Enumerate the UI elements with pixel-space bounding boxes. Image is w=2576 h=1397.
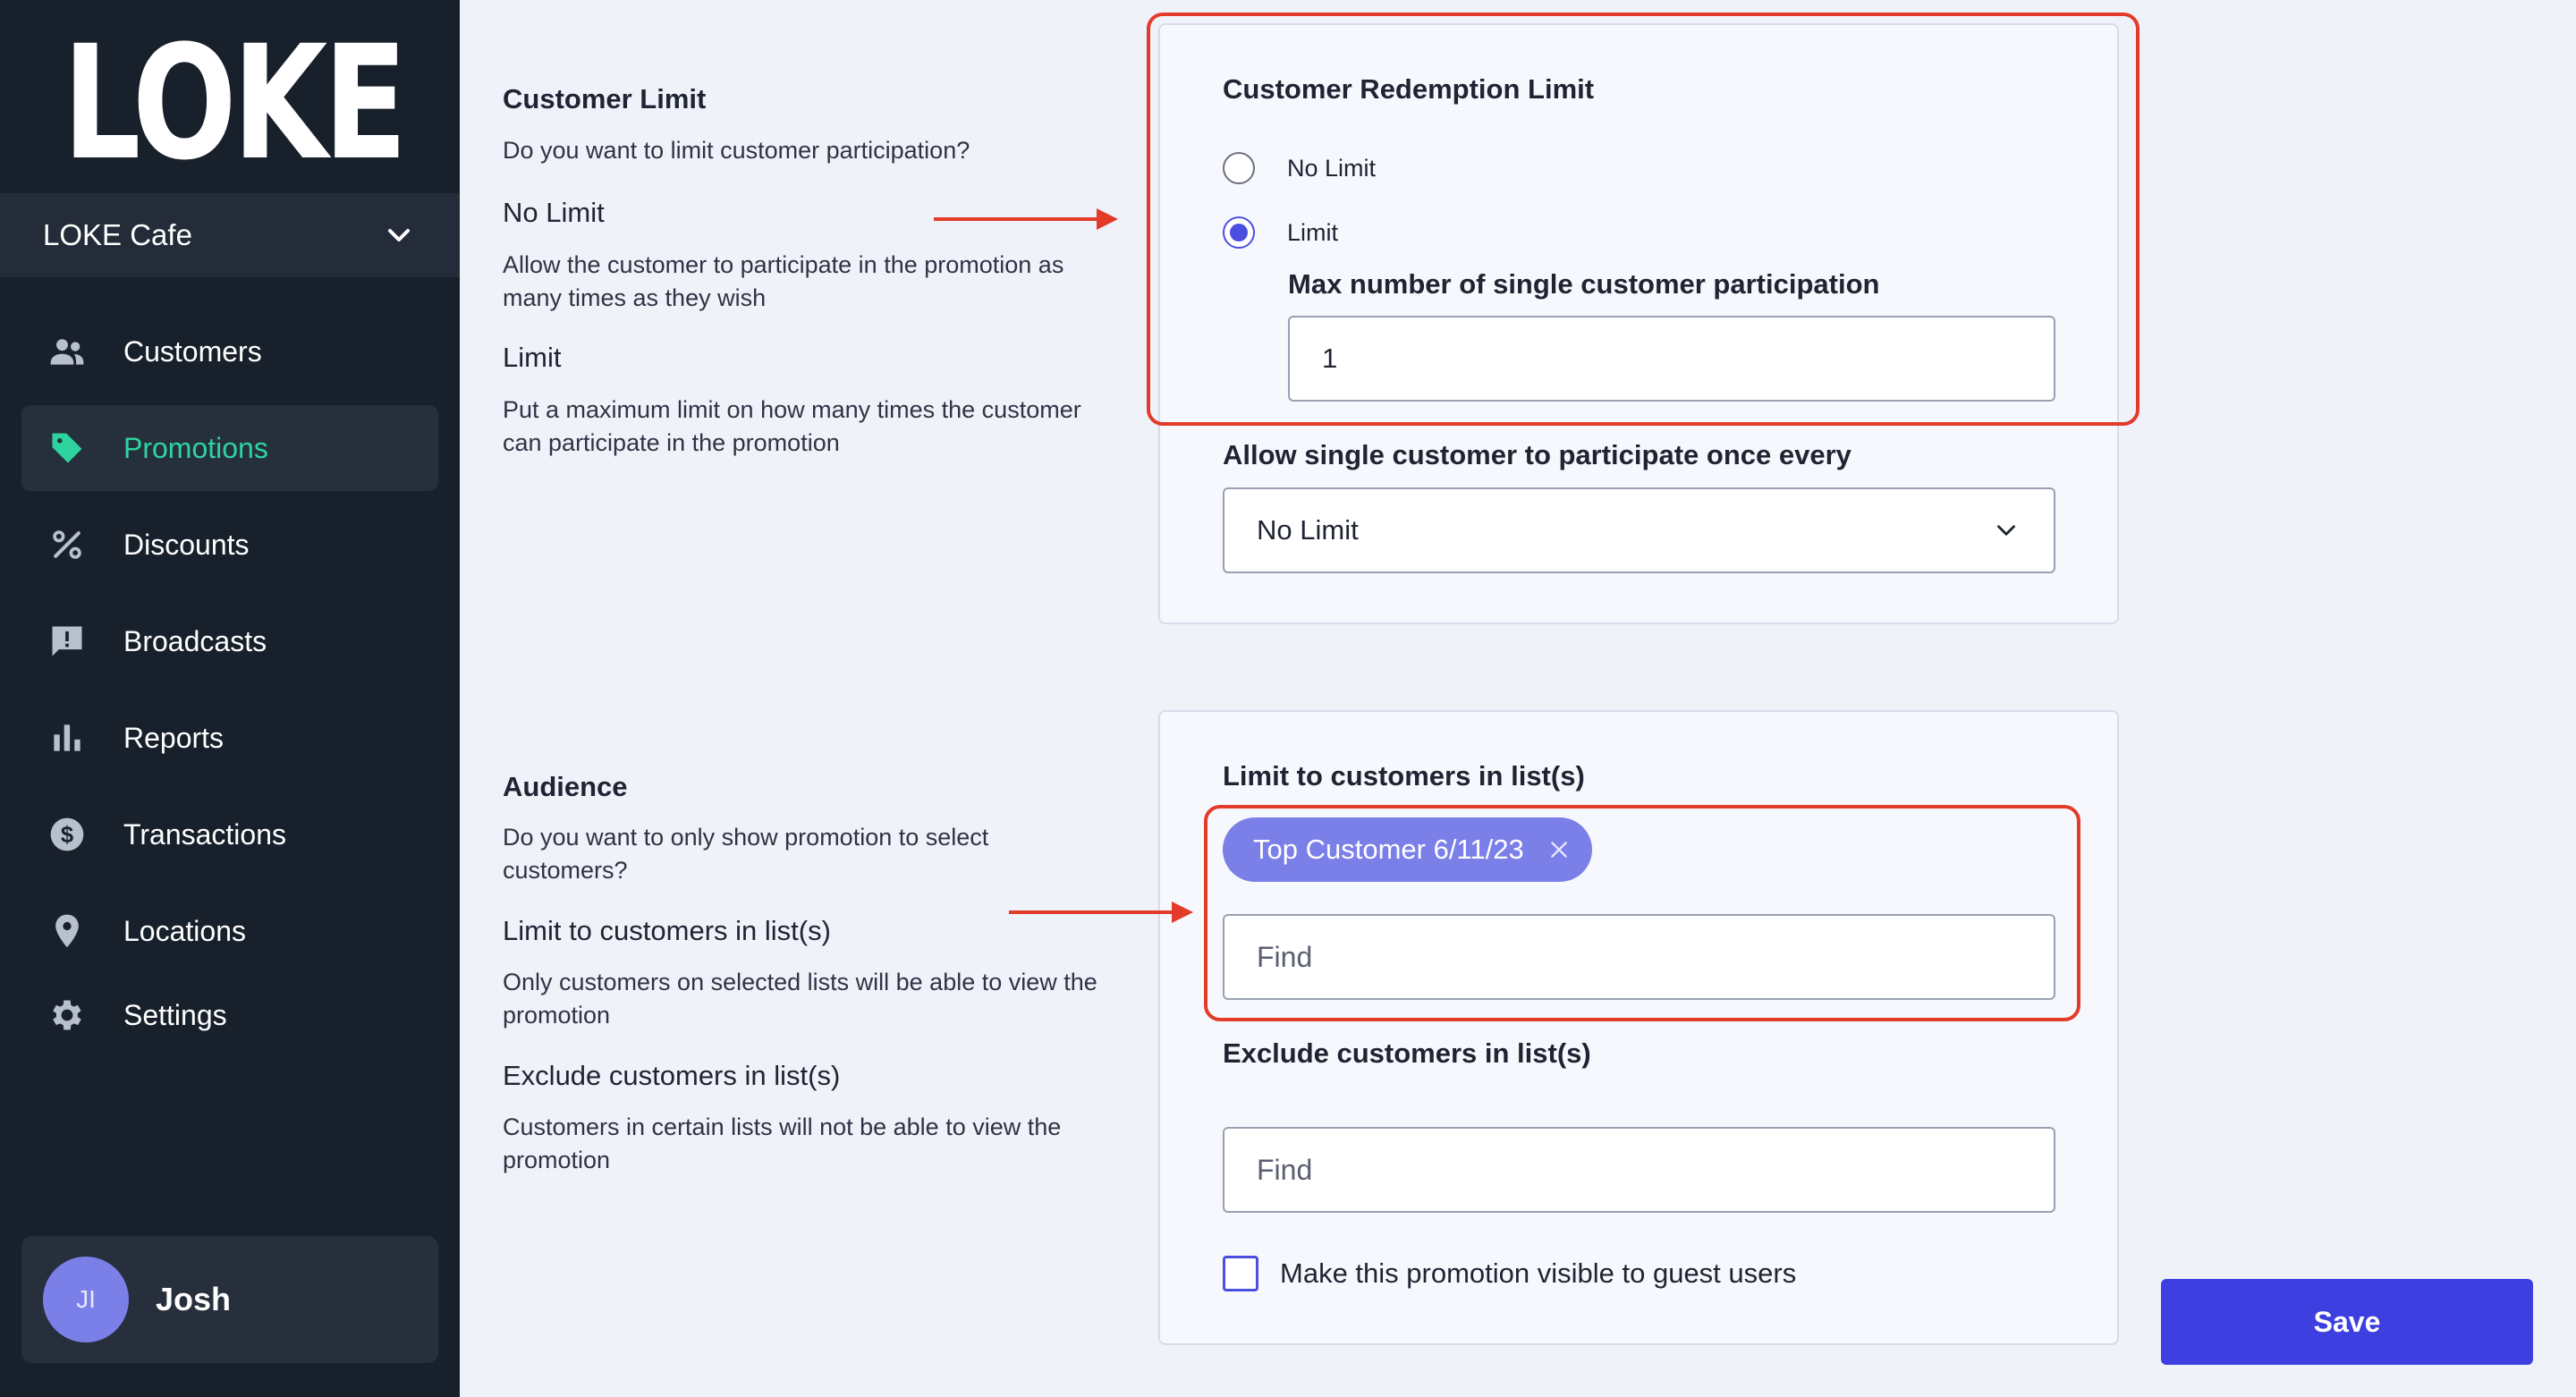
frequency-select[interactable]: No Limit <box>1223 487 2055 573</box>
avatar: JI <box>43 1257 129 1342</box>
audience-question: Do you want to only show promotion to se… <box>503 824 989 884</box>
customer-limit-title: Customer Limit <box>503 83 707 114</box>
customers-icon <box>47 331 88 372</box>
customer-redemption-title: Customer Redemption Limit <box>1223 73 1595 105</box>
message-icon <box>47 621 88 662</box>
radio-label: No Limit <box>1287 154 1377 182</box>
tag-icon <box>47 428 88 469</box>
venue-selector[interactable]: LOKE Cafe <box>0 193 460 277</box>
loke-logo: LOKE <box>63 12 407 195</box>
max-participation-label: Max number of single customer participat… <box>1288 268 1880 300</box>
sidebar-item-settings[interactable]: Settings <box>21 972 438 1058</box>
sidebar-nav: Customers Promotions Discounts Broadcast… <box>21 309 438 1069</box>
limit-description: Put a maximum limit on how many times th… <box>503 396 1081 456</box>
sidebar-item-label: Reports <box>123 721 225 754</box>
exclude-lists-search-input[interactable] <box>1223 1127 2055 1213</box>
sidebar-item-broadcasts[interactable]: Broadcasts <box>21 598 438 684</box>
customer-limit-question: Do you want to limit customer participat… <box>503 137 970 164</box>
sidebar-item-label: Promotions <box>123 431 268 464</box>
sidebar: LOKE LOKE Cafe Customers Promotions Disc… <box>0 0 460 1397</box>
chip-label: Top Customer 6/11/23 <box>1253 834 1524 865</box>
sidebar-item-reports[interactable]: Reports <box>21 695 438 781</box>
sidebar-item-label: Settings <box>123 998 227 1031</box>
user-profile[interactable]: JI Josh <box>21 1236 438 1363</box>
limit-lists-description: Only customers on selected lists will be… <box>503 969 1097 1029</box>
svg-text:$: $ <box>61 823 73 848</box>
radio-button[interactable] <box>1223 152 1255 184</box>
user-name: Josh <box>156 1281 232 1317</box>
audience-card: Limit to customers in list(s) Top Custom… <box>1158 710 2119 1345</box>
sidebar-item-label: Discounts <box>123 528 250 561</box>
selected-list-chip: Top Customer 6/11/23 <box>1223 817 1592 882</box>
sidebar-item-label: Locations <box>123 914 246 947</box>
guest-visibility-option[interactable]: Make this promotion visible to guest use… <box>1223 1256 1796 1291</box>
radio-button[interactable] <box>1223 216 1255 249</box>
sidebar-item-transactions[interactable]: $ Transactions <box>21 792 438 877</box>
chevron-down-icon <box>1997 525 2015 536</box>
limit-lists-search-input[interactable] <box>1223 914 2055 1000</box>
close-icon[interactable] <box>1547 838 1571 861</box>
sidebar-item-label: Customers <box>123 334 262 368</box>
radio-limit[interactable]: Limit <box>1223 216 1338 249</box>
sidebar-item-label: Transactions <box>123 817 286 851</box>
radio-no-limit[interactable]: No Limit <box>1223 152 1376 184</box>
exclude-lists-heading: Exclude customers in list(s) <box>503 1060 841 1091</box>
frequency-label: Allow single customer to participate onc… <box>1223 439 1852 470</box>
exclude-lists-label: Exclude customers in list(s) <box>1223 1037 1591 1069</box>
audience-title: Audience <box>503 771 628 802</box>
annotation-arrow-icon <box>1009 902 1193 923</box>
frequency-value: No Limit <box>1257 514 1359 546</box>
sidebar-item-promotions[interactable]: Promotions <box>21 405 438 491</box>
sidebar-item-customers[interactable]: Customers <box>21 309 438 394</box>
sidebar-item-label: Broadcasts <box>123 624 267 657</box>
customer-redemption-card: Customer Redemption Limit No Limit Limit… <box>1158 23 2119 624</box>
percent-icon <box>47 524 88 565</box>
bar-chart-icon <box>47 717 88 758</box>
radio-label: Limit <box>1287 218 1339 246</box>
sidebar-item-discounts[interactable]: Discounts <box>21 502 438 588</box>
no-limit-description: Allow the customer to participate in the… <box>503 251 1064 311</box>
guest-visibility-checkbox[interactable] <box>1223 1256 1258 1291</box>
gear-icon <box>47 995 88 1036</box>
limit-lists-label: Limit to customers in list(s) <box>1223 760 1585 792</box>
guest-visibility-label: Make this promotion visible to guest use… <box>1280 1257 1797 1289</box>
chevron-down-icon <box>388 229 410 241</box>
location-pin-icon <box>47 910 88 952</box>
exclude-lists-description: Customers in certain lists will not be a… <box>503 1113 1062 1173</box>
save-button[interactable]: Save <box>2161 1279 2533 1365</box>
limit-heading: Limit <box>503 342 562 373</box>
annotation-arrow-icon <box>934 208 1118 230</box>
max-participation-input[interactable] <box>1288 316 2055 402</box>
sidebar-item-locations[interactable]: Locations <box>21 888 438 974</box>
dollar-icon: $ <box>47 814 88 855</box>
venue-name: LOKE Cafe <box>43 218 192 251</box>
